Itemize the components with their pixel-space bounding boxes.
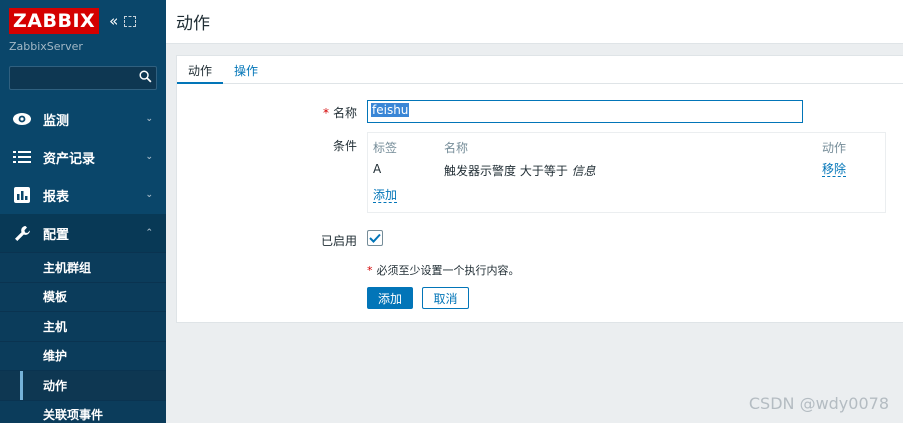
tab-operations[interactable]: 操作 (223, 56, 269, 84)
configuration-submenu: 主机群组 模板 主机 维护 动作 关联项事件 (0, 252, 166, 423)
logo-row: ZABBIX « (0, 0, 166, 42)
menu-item-inventory[interactable]: 资产记录 ⌄ (0, 138, 166, 176)
search-input[interactable] (10, 67, 156, 89)
cancel-button[interactable]: 取消 (422, 287, 469, 309)
name-label: * 名称 (322, 106, 357, 120)
checkmark-icon (369, 233, 381, 243)
menu-item-label: 资产记录 (43, 151, 96, 167)
kiosk-mode-icon[interactable] (124, 15, 137, 27)
search-icon[interactable] (139, 70, 152, 83)
conditions-header-name: 名称 (444, 141, 469, 155)
chevron-down-icon: ⌄ (145, 152, 153, 162)
main-content: 动作 动作 操作 * 名称 feishu 条件 标签 名称 动作 A 触发器示警度… (166, 0, 903, 423)
add-condition-link[interactable]: 添加 (373, 188, 398, 203)
chevron-down-icon: ⌄ (145, 190, 153, 200)
list-icon (12, 147, 32, 167)
condition-value: 信息 (571, 164, 596, 178)
menu-item-label: 配置 (43, 227, 70, 243)
header-bar (166, 0, 903, 44)
search-box (9, 66, 157, 90)
bar-chart-icon (12, 185, 32, 205)
conditions-header-tag: 标签 (373, 141, 398, 155)
enabled-checkbox[interactable] (367, 230, 383, 246)
collapse-sidebar-icon[interactable]: « (109, 12, 118, 30)
watermark: CSDN @wdy0078 (748, 394, 889, 413)
required-asterisk: * (322, 106, 329, 120)
conditions-table: 标签 名称 动作 A 触发器示警度 大于等于 信息 移除 添加 (367, 132, 886, 213)
add-button[interactable]: 添加 (367, 287, 413, 309)
zabbix-logo[interactable]: ZABBIX (9, 8, 100, 34)
condition-tag: A (373, 162, 382, 176)
conditions-header-action: 动作 (822, 141, 847, 155)
page-title: 动作 (176, 14, 210, 34)
name-input[interactable]: feishu (367, 100, 803, 123)
menu-item-reports[interactable]: 报表 ⌄ (0, 176, 166, 214)
name-input-value: feishu (371, 103, 410, 117)
action-form-card: 动作 操作 * 名称 feishu 条件 标签 名称 动作 A 触发器示警度 大于… (176, 55, 903, 323)
tab-bar: 动作 操作 (177, 56, 903, 84)
remove-condition-link[interactable]: 移除 (822, 162, 847, 177)
submenu-item-templates[interactable]: 模板 (0, 281, 166, 312)
eye-icon (12, 109, 32, 129)
enabled-label: 已启用 (320, 234, 357, 248)
wrench-icon (12, 223, 32, 243)
submenu-item-maintenance[interactable]: 维护 (0, 340, 166, 371)
menu-item-label: 报表 (43, 189, 70, 205)
submenu-item-host-groups[interactable]: 主机群组 (0, 252, 166, 282)
tab-action[interactable]: 动作 (177, 56, 224, 84)
server-name: ZabbixServer (9, 40, 83, 53)
submenu-item-hosts[interactable]: 主机 (0, 311, 166, 341)
submenu-item-event-correlation[interactable]: 关联项事件 (0, 399, 166, 423)
submenu-item-actions[interactable]: 动作 (0, 370, 166, 400)
main-menu: 监测 ⌄ 资产记录 ⌄ 报表 ⌄ 配置 ⌃ 主机群组 模板 主机 维护 动作 关… (0, 100, 166, 423)
required-note: * 必须至少设置一个执行内容。 (367, 264, 520, 277)
condition-name: 触发器示警度 大于等于 信息 (444, 164, 596, 178)
chevron-up-icon: ⌃ (145, 228, 153, 238)
menu-item-label: 监测 (43, 113, 70, 129)
chevron-down-icon: ⌄ (145, 114, 153, 124)
conditions-label: 条件 (332, 139, 357, 153)
sidebar: ZABBIX « ZabbixServer 监测 ⌄ 资产记录 ⌄ 报表 ⌄ 配… (0, 0, 166, 423)
menu-item-configuration[interactable]: 配置 ⌃ (0, 214, 166, 252)
menu-item-monitoring[interactable]: 监测 ⌄ (0, 100, 166, 138)
